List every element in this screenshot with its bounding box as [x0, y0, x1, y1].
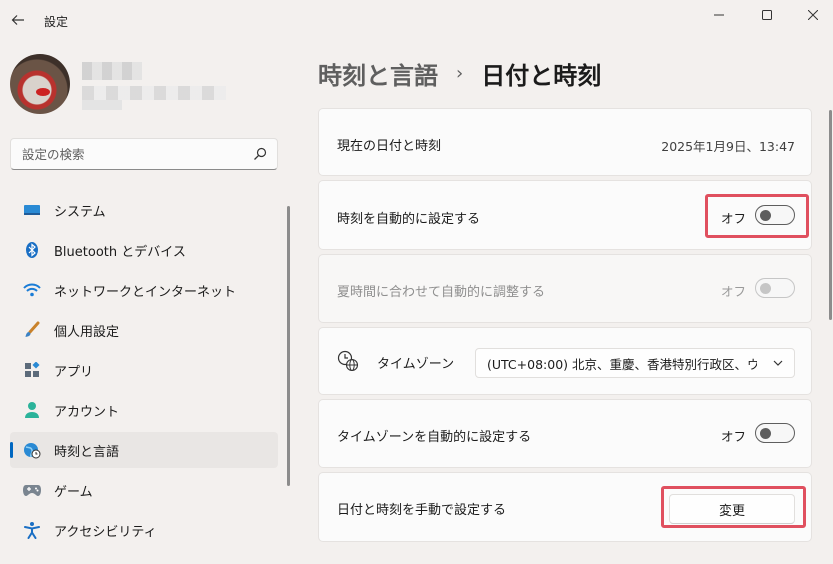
auto-timezone-state: オフ: [721, 429, 747, 444]
timezone-label: タイムゾーン: [377, 357, 455, 372]
dst-toggle: [755, 278, 795, 298]
title-bar: 設定: [0, 0, 833, 40]
dst-card: 夏時間に合わせて自動的に調整する オフ: [318, 254, 812, 323]
timezone-globe-icon: [337, 350, 359, 376]
close-button[interactable]: [790, 0, 833, 30]
sidebar-nav: システム Bluetooth とデバイス ネットワークとインターネット 個人用設…: [10, 192, 278, 552]
avatar[interactable]: [10, 54, 70, 114]
sidebar-item-bluetooth[interactable]: Bluetooth とデバイス: [10, 232, 278, 268]
dst-state: オフ: [721, 284, 747, 299]
manual-datetime-card: 日付と時刻を手動で設定する 変更: [318, 472, 812, 542]
sidebar-item-label: アプリ: [54, 364, 94, 380]
search-input[interactable]: [11, 139, 247, 169]
search-icon: [254, 147, 267, 160]
sidebar-item-label: Bluetooth とデバイス: [54, 244, 186, 260]
gamepad-icon: [22, 480, 42, 500]
sidebar-item-label: アカウント: [54, 404, 120, 420]
auto-time-card: 時刻を自動的に設定する オフ: [318, 180, 812, 250]
sidebar-item-apps[interactable]: アプリ: [10, 352, 278, 388]
close-icon: [808, 10, 818, 20]
sidebar-item-label: アクセシビリティ: [54, 524, 157, 540]
current-datetime-label: 現在の日付と時刻: [337, 139, 442, 154]
sidebar-item-label: ゲーム: [54, 484, 93, 500]
page-title: 日付と時刻: [481, 61, 602, 90]
minimize-icon: [714, 14, 724, 16]
globe-clock-icon: [22, 440, 42, 460]
app-title: 設定: [44, 15, 69, 29]
minimize-button[interactable]: [696, 0, 742, 30]
timezone-value: (UTC+08:00) 北京、重慶、香港特別行政区、ウルムチ: [487, 356, 757, 372]
back-arrow-icon: [11, 15, 24, 25]
monitor-icon: [22, 200, 42, 220]
toggle-knob: [760, 210, 771, 221]
sidebar-item-personalization[interactable]: 個人用設定: [10, 312, 278, 348]
search-box[interactable]: [10, 138, 278, 170]
auto-timezone-label: タイムゾーンを自動的に設定する: [337, 430, 532, 445]
toggle-knob: [760, 428, 771, 439]
sidebar-item-time-language[interactable]: 時刻と言語: [10, 432, 278, 468]
user-email-redacted: [82, 86, 226, 100]
breadcrumb: 時刻と言語 › 日付と時刻: [318, 55, 601, 91]
sidebar-item-system[interactable]: システム: [10, 192, 278, 228]
manual-datetime-label: 日付と時刻を手動で設定する: [337, 503, 507, 518]
brush-icon: [22, 320, 42, 340]
accessibility-icon: [22, 520, 42, 540]
bluetooth-icon: [22, 240, 42, 260]
current-datetime-card: 現在の日付と時刻 2025年1月9日、13:47: [318, 108, 812, 176]
change-button[interactable]: 変更: [669, 494, 795, 524]
toggle-knob: [760, 283, 771, 294]
person-icon: [22, 400, 42, 420]
sidebar-item-accounts[interactable]: アカウント: [10, 392, 278, 428]
auto-timezone-card: タイムゾーンを自動的に設定する オフ: [318, 399, 812, 468]
auto-time-toggle[interactable]: [755, 205, 795, 225]
auto-time-label: 時刻を自動的に設定する: [337, 212, 481, 227]
dst-label: 夏時間に合わせて自動的に調整する: [337, 285, 546, 300]
auto-time-state: オフ: [721, 211, 747, 226]
sidebar-item-label: 個人用設定: [54, 324, 120, 340]
back-button[interactable]: [6, 8, 30, 32]
breadcrumb-separator: ›: [456, 62, 464, 84]
wifi-icon: [22, 280, 42, 300]
current-datetime-value: 2025年1月9日、13:47: [661, 139, 795, 154]
user-name-redacted: [82, 62, 142, 80]
sidebar-item-network[interactable]: ネットワークとインターネット: [10, 272, 278, 308]
user-extra-redacted: [82, 100, 122, 110]
content-scrollbar[interactable]: [829, 110, 832, 320]
sidebar-item-label: システム: [54, 204, 106, 220]
auto-timezone-toggle[interactable]: [755, 423, 795, 443]
timezone-dropdown[interactable]: (UTC+08:00) 北京、重慶、香港特別行政区、ウルムチ: [475, 348, 795, 378]
sidebar-scrollbar[interactable]: [287, 206, 290, 486]
timezone-card: タイムゾーン (UTC+08:00) 北京、重慶、香港特別行政区、ウルムチ: [318, 327, 812, 395]
maximize-button[interactable]: [744, 0, 790, 30]
sidebar-item-label: 時刻と言語: [54, 444, 120, 460]
chevron-down-icon: [773, 360, 783, 366]
sidebar-item-accessibility[interactable]: アクセシビリティ: [10, 512, 278, 548]
maximize-icon: [762, 10, 772, 20]
sidebar-item-gaming[interactable]: ゲーム: [10, 472, 278, 508]
sidebar-item-label: ネットワークとインターネット: [54, 284, 237, 300]
breadcrumb-parent[interactable]: 時刻と言語: [318, 56, 438, 91]
apps-icon: [22, 360, 42, 380]
